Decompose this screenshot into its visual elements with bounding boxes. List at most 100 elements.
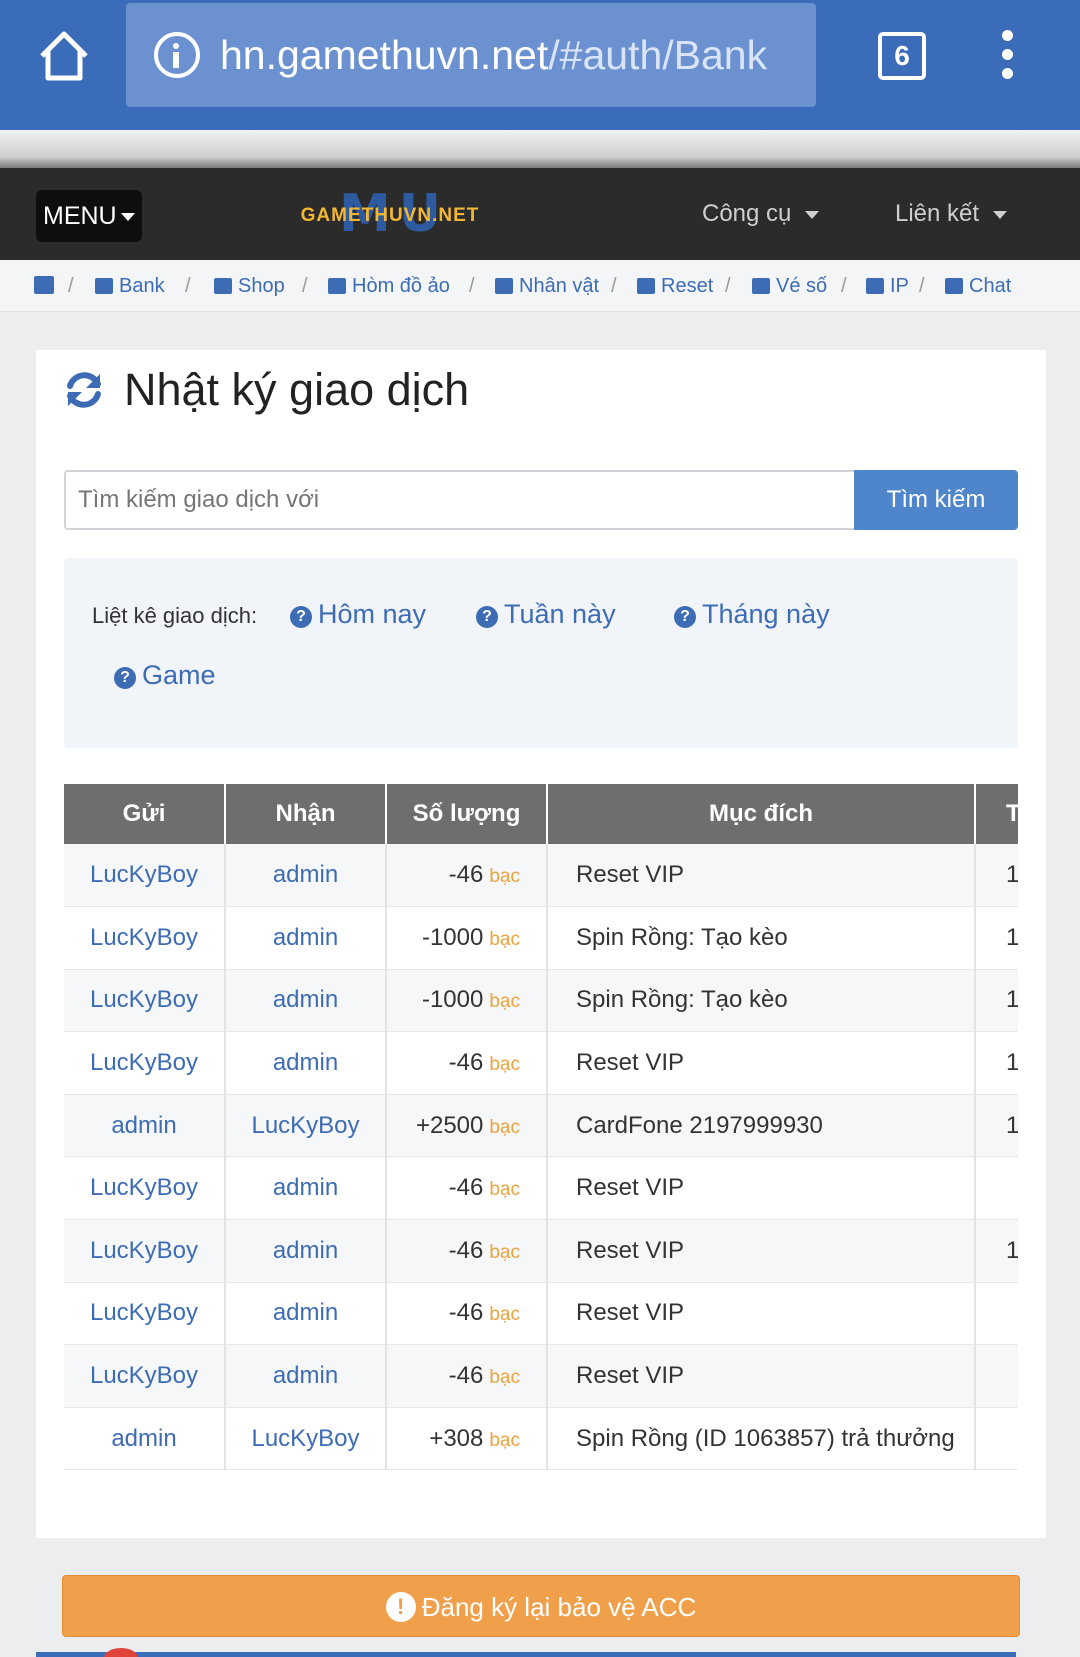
filter-panel: Liệt kê giao dịch: ? Hôm nay ? Tuần này ? T… [64, 558, 1018, 748]
nav-tools-dropdown[interactable]: Công cụ [702, 196, 820, 232]
purpose-cell: Reset VIP [547, 1344, 976, 1408]
user-icon [495, 278, 513, 294]
sender-link[interactable]: admin [64, 1407, 226, 1471]
time-cell: 1 [975, 969, 1018, 1033]
question-circle-icon: ? [114, 667, 136, 689]
receiver-link[interactable]: admin [225, 1282, 387, 1346]
breadcrumb-lottery[interactable]: Vé số [752, 272, 827, 300]
table-header-row: Gửi Nhận Số lượng Mục đích T [64, 784, 1018, 844]
browser-toolbar: hn.gamethuvn.net/#auth/Bank 6 [0, 0, 1080, 130]
filter-this-month[interactable]: ? Tháng này [674, 596, 830, 632]
url-text[interactable]: hn.gamethuvn.net/#auth/Bank [220, 29, 800, 81]
amount-value: -1000 [421, 923, 484, 951]
filter-today[interactable]: ? Hôm nay [290, 596, 426, 632]
amount-value: -46 [448, 1299, 484, 1327]
table-row: LucKyBoy admin -46 bạc Reset VIP 1 [64, 1219, 1018, 1283]
site-navbar: MENU MU GAMETHUVN.NET Công cụ Liên kết [0, 168, 1080, 260]
column-header-time[interactable]: T [975, 784, 1018, 844]
amount-value: -46 [448, 861, 484, 889]
receiver-link[interactable]: LucKyBoy [225, 1094, 387, 1158]
nav-links-dropdown[interactable]: Liên kết [895, 196, 1008, 232]
breadcrumb-separator: / [68, 275, 74, 297]
table-row: admin LucKyBoy +308 bạc Spin Rồng (ID 106385… [64, 1407, 1018, 1471]
breadcrumb-separator: / [841, 275, 847, 297]
breadcrumb-shop[interactable]: Shop [214, 272, 285, 300]
receiver-link[interactable]: admin [225, 969, 387, 1033]
receiver-link[interactable]: admin [225, 844, 387, 908]
sender-link[interactable]: LucKyBoy [64, 1031, 226, 1095]
receiver-link[interactable]: admin [225, 906, 387, 970]
amount-value: +308 [429, 1424, 484, 1452]
logo-text: GAMETHUVN.NET [300, 205, 480, 226]
info-icon[interactable] [154, 32, 200, 78]
amount-cell: +2500 bạc [386, 1094, 548, 1158]
amount-cell: -46 bạc [386, 1031, 548, 1095]
transaction-log-panel: Nhật ký giao dịch Tìm kiếm Liệt kê giao … [36, 350, 1046, 1538]
amount-value: -1000 [421, 986, 484, 1014]
amount-cell: -46 bạc [386, 1344, 548, 1408]
menu-button[interactable]: MENU [36, 190, 142, 242]
search-input[interactable] [64, 470, 854, 530]
table-row: LucKyBoy admin -1000 bạc Spin Rồng: Tạo kèo 1 [64, 969, 1018, 1033]
table-row: LucKyBoy admin -46 bạc Reset VIP 1 [64, 1031, 1018, 1095]
filter-game[interactable]: ? Game [114, 657, 216, 693]
breadcrumb-chat[interactable]: Chat [945, 272, 1011, 300]
refresh-icon[interactable] [62, 368, 106, 412]
receiver-link[interactable]: admin [225, 1344, 387, 1408]
register-account-protection-button[interactable]: ! Đăng ký lại bảo vệ ACC [62, 1575, 1020, 1637]
column-header-to[interactable]: Nhận [225, 784, 387, 844]
breadcrumb-bank[interactable]: Bank [95, 272, 165, 300]
currency-unit: bạc [489, 991, 520, 1013]
breadcrumb-ip[interactable]: IP [866, 272, 909, 300]
breadcrumb-inventory[interactable]: Hòm đồ ảo [328, 272, 450, 300]
column-header-amount[interactable]: Số lượng [386, 784, 548, 844]
purpose-cell: Reset VIP [547, 1156, 976, 1221]
amount-cell: -1000 bạc [386, 906, 548, 970]
sender-link[interactable]: LucKyBoy [64, 906, 226, 970]
calendar-icon[interactable] [34, 272, 54, 300]
table-row: admin LucKyBoy +2500 bạc CardFone 2197999930… [64, 1094, 1018, 1158]
question-circle-icon: ? [290, 606, 312, 628]
filter-this-week[interactable]: ? Tuần này [476, 596, 616, 632]
time-cell: 1 [975, 844, 1018, 908]
amount-value: -46 [448, 1174, 484, 1202]
filter-label: Liệt kê giao dịch: [92, 603, 258, 628]
sender-link[interactable]: LucKyBoy [64, 1344, 226, 1408]
notification-badge[interactable] [104, 1648, 138, 1657]
receiver-link[interactable]: admin [225, 1219, 387, 1283]
briefcase-icon [328, 278, 346, 294]
breadcrumb-separator: / [725, 275, 731, 297]
purpose-cell: CardFone 2197999930 [547, 1094, 976, 1158]
breadcrumb-reset[interactable]: Reset [637, 272, 713, 300]
amount-cell: -46 bạc [386, 1219, 548, 1283]
table-row: LucKyBoy admin -46 bạc Reset VIP [64, 1344, 1018, 1408]
currency-unit: bạc [489, 1429, 520, 1451]
search-button[interactable]: Tìm kiếm [854, 470, 1018, 530]
cart-icon [214, 278, 232, 294]
sender-link[interactable]: LucKyBoy [64, 1282, 226, 1346]
sender-link[interactable]: LucKyBoy [64, 969, 226, 1033]
sender-link[interactable]: LucKyBoy [64, 844, 226, 908]
amount-cell: +308 bạc [386, 1407, 548, 1471]
address-bar[interactable]: hn.gamethuvn.net/#auth/Bank [126, 3, 816, 107]
breadcrumb-character[interactable]: Nhân vật [495, 272, 599, 300]
amount-value: -46 [448, 1362, 484, 1390]
currency-unit: bạc [489, 1054, 520, 1076]
currency-unit: bạc [489, 1116, 520, 1138]
receiver-link[interactable]: admin [225, 1156, 387, 1221]
receiver-link[interactable]: admin [225, 1031, 387, 1095]
time-cell [975, 1407, 1018, 1471]
receiver-link[interactable]: LucKyBoy [225, 1407, 387, 1471]
user-secret-icon [866, 278, 884, 294]
more-options-icon[interactable] [998, 30, 1016, 80]
tab-switcher-button[interactable]: 6 [878, 32, 926, 80]
site-logo[interactable]: MU GAMETHUVN.NET [284, 188, 496, 242]
sender-link[interactable]: LucKyBoy [64, 1156, 226, 1221]
sender-link[interactable]: LucKyBoy [64, 1219, 226, 1283]
column-header-from[interactable]: Gửi [64, 784, 226, 844]
question-circle-icon: ? [674, 606, 696, 628]
sender-link[interactable]: admin [64, 1094, 226, 1158]
table-body: LucKyBoy admin -46 bạc Reset VIP 1 LucKyBoy adm… [64, 844, 1018, 1471]
home-icon[interactable] [36, 28, 92, 84]
column-header-purpose[interactable]: Mục đích [547, 784, 976, 844]
